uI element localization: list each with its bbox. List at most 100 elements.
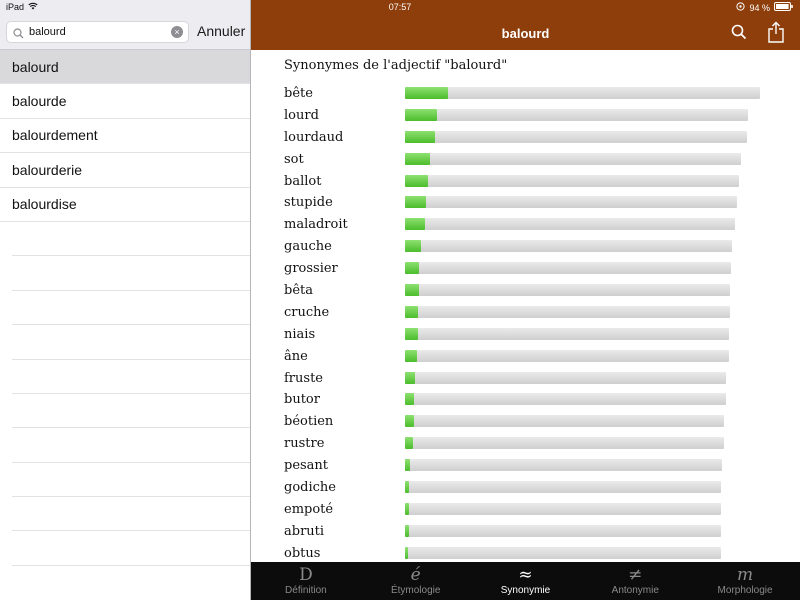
tab-etymologie[interactable]: é Étymologie [371,564,461,597]
search-field[interactable]: × [6,21,189,43]
tab-glyph-icon: é [410,564,421,585]
relevance-bar-fill [405,327,418,340]
page-title: balourd [501,26,550,41]
relevance-bar-track [405,108,748,121]
word-list-pane: iPad × Annuler balourd balourde balourdeme… [0,0,250,600]
tab-antonymie[interactable]: ≠ Antonymie [590,564,680,597]
relevance-bar-fill [405,196,427,209]
list-item[interactable]: balourdement [0,119,250,154]
search-icon [13,26,24,44]
synonym-row[interactable]: grossier [284,258,774,280]
synonym-word: sot [284,151,304,167]
empty-list-row [12,291,250,326]
synonym-word: stupide [284,195,333,211]
list-item[interactable]: balourde [0,84,250,119]
synonym-word: butor [284,392,320,408]
empty-list-row [12,325,250,360]
synonym-word: gauche [284,239,332,255]
search-header: iPad × Annuler [0,0,250,50]
search-icon [731,24,747,40]
tab-label: Définition [285,584,327,596]
synonym-word: bêta [284,283,313,299]
tab-glyph-icon: ≠ [628,564,643,585]
relevance-bar-fill [405,415,414,428]
list-item[interactable]: balourderie [0,153,250,188]
battery-percent: 94 % [749,2,770,13]
synonym-row[interactable]: fruste [284,368,774,390]
clear-search-icon[interactable]: × [171,26,183,38]
synonym-row[interactable]: maladroit [284,214,774,236]
tab-label: Synonymie [500,584,551,596]
empty-list-row [12,531,250,566]
synonym-word: pesant [284,458,329,474]
relevance-bar-fill [405,152,430,165]
tab-definition[interactable]: D Définition [261,564,351,597]
relevance-bar-fill [405,130,436,143]
synonym-row[interactable]: âne [284,346,774,368]
relevance-bar-track [405,327,730,340]
synonym-row[interactable]: lourd [284,105,774,127]
relevance-bar-track [405,218,736,231]
tab-glyph-icon: D [299,564,313,585]
synonym-row[interactable]: bêta [284,280,774,302]
synonym-word: bête [284,86,313,101]
synonym-word: maladroit [284,217,348,233]
status-bar-right: 94 % [736,2,794,13]
cancel-button[interactable]: Annuler [197,23,245,39]
battery-icon [774,2,794,13]
relevance-bar-track [405,502,721,515]
synonym-word: ballot [284,173,322,189]
synonym-row[interactable]: abruti [284,521,774,543]
relevance-bar-fill [405,437,413,450]
synonym-row[interactable]: niais [284,324,774,346]
synonym-row[interactable]: godiche [284,477,774,499]
synonym-row[interactable]: bête [284,83,774,105]
tab-label: Antonymie [611,584,659,596]
relevance-bar-fill [405,174,429,187]
synonyms-heading: Synonymes de l'adjectif "balourd" [284,58,508,73]
list-item[interactable]: balourdise [0,188,250,222]
relevance-bar-track [405,196,737,209]
detail-pane: 07:57 94 % balourd Synonymes de l'adject… [251,0,800,600]
relevance-bar-fill [405,218,425,231]
share-button[interactable] [767,21,785,48]
device-name: iPad [6,2,25,12]
relevance-bar-fill [405,284,420,297]
relevance-bar-fill [405,524,409,537]
relevance-bar-track [405,262,731,275]
search-input[interactable] [29,24,169,40]
tab-synonymie[interactable]: ≈ Synonymie [480,565,570,597]
synonym-row[interactable]: gauche [284,236,774,258]
synonym-row[interactable]: rustre [284,433,774,455]
empty-list-row [12,394,250,429]
synonyms-list: bête lourd lourdaud sot ballot stupide maladro… [284,83,774,565]
synonym-row[interactable]: sot [284,149,774,171]
synonym-row[interactable]: pesant [284,455,774,477]
relevance-bar-track [405,130,747,143]
relevance-bar-fill [405,108,437,121]
tab-bar: D Définition é Étymologie ≈ Synonymie ≠ Antonym… [251,562,800,600]
synonym-word: âne [284,348,308,364]
wifi-icon [28,2,38,12]
synonym-row[interactable]: cruche [284,302,774,324]
synonym-word: cruche [284,304,330,320]
relevance-bar-fill [405,240,421,253]
synonym-word: grossier [284,261,338,277]
synonym-row[interactable]: stupide [284,192,774,214]
relevance-bar-track [405,481,721,494]
synonym-row[interactable]: empoté [284,499,774,521]
relevance-bar-fill [405,393,415,406]
synonym-word: godiche [284,480,336,496]
synonym-row[interactable]: butor [284,389,774,411]
list-item[interactable]: balourd [0,50,250,85]
synonym-row[interactable]: lourdaud [284,127,774,149]
synonym-word: fruste [284,370,323,386]
synonym-row[interactable]: ballot [284,171,774,193]
word-results-list: balourd balourde balourdement balourderie ba… [0,50,250,566]
tab-morphologie[interactable]: m Morphologie [700,565,790,597]
synonym-word: empoté [284,501,334,517]
relevance-bar-track [405,174,740,187]
relevance-bar-track [405,349,730,362]
search-button[interactable] [731,24,747,45]
synonym-row[interactable]: béotien [284,411,774,433]
